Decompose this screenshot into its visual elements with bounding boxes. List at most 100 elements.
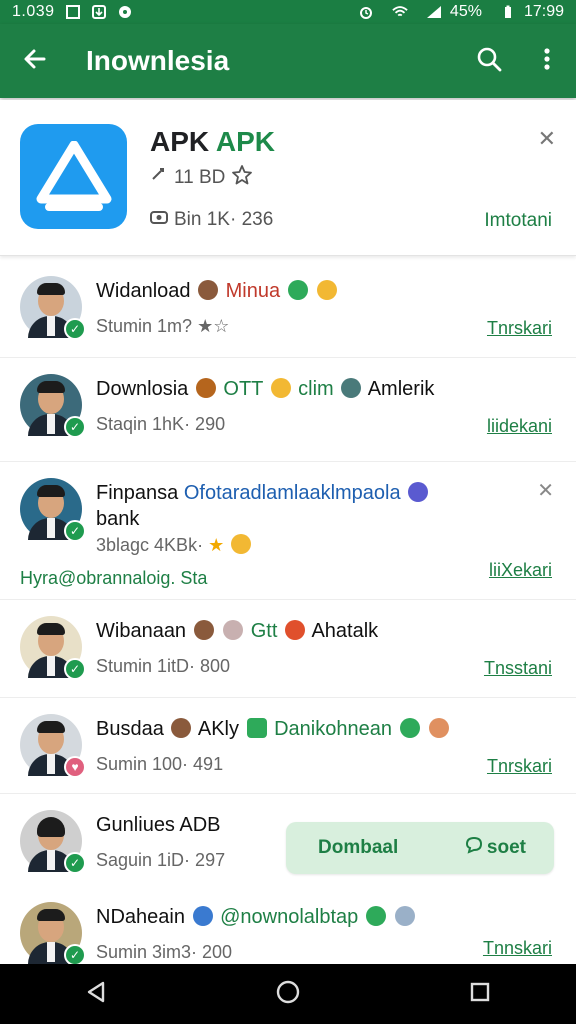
- list-item[interactable]: ✓ Finpansa Ofotaradlamlaaklmpaola bank 3…: [0, 462, 576, 600]
- sub-text: 3blagc 4KBk·: [96, 535, 204, 555]
- search-icon: [475, 45, 503, 78]
- status-time-left: 1.039: [12, 3, 55, 20]
- featured-app-name: APK APK: [150, 126, 275, 158]
- list-item[interactable]: ✓ Widanload Minua Stumin 1m? ★☆ Tnrskari: [0, 260, 576, 358]
- featured-app-stats: Bin 1K· 236: [150, 208, 273, 232]
- save-action-button[interactable]: soet: [465, 836, 526, 860]
- list-item-subtitle: Stumin 1m? ★☆: [96, 316, 229, 337]
- title-text: Wibanaan: [96, 620, 187, 642]
- title-extra-2: Ahatalk: [311, 620, 379, 642]
- thinking-emoji-icon: [231, 534, 252, 554]
- install-button[interactable]: Imtotani: [484, 210, 552, 232]
- alarm-icon: [358, 4, 374, 20]
- install-link[interactable]: Tnrskari: [487, 318, 552, 339]
- camera-icon: [150, 208, 168, 232]
- close-button[interactable]: ✕: [537, 478, 554, 503]
- system-nav-bar: [0, 964, 576, 1024]
- verified-badge-icon: ✓: [64, 416, 86, 438]
- avatar: ✓: [20, 810, 86, 874]
- install-link[interactable]: liidekani: [487, 416, 552, 437]
- wifi-icon: [392, 4, 408, 20]
- list-item-title: NDaheain @nownolalbtap: [96, 906, 417, 929]
- status-time-right: 17:99: [523, 3, 564, 20]
- featured-meta-text: 11 BD: [174, 167, 226, 188]
- smile-emoji-icon: [270, 378, 291, 398]
- install-link[interactable]: Tnnskari: [483, 938, 552, 959]
- sub-text: Stumin 1m?: [96, 316, 193, 336]
- nav-home-button[interactable]: [258, 964, 318, 1024]
- arrow-left-icon: [22, 46, 48, 77]
- more-vert-icon: [543, 47, 551, 76]
- download-action-button[interactable]: Dombaal: [318, 837, 398, 859]
- app-name-main: APK: [150, 126, 210, 157]
- blue-emoji-icon: [192, 906, 213, 926]
- avatar: ✓: [20, 374, 86, 438]
- title-text: Widanload: [96, 280, 191, 302]
- list-item[interactable]: ✓ Wibanaan Gtt Ahatalk Stumin 1itD· 800 …: [0, 600, 576, 698]
- avatar: ✓: [20, 276, 86, 340]
- list-item-subtitle: Staqin 1hK· 290: [96, 414, 226, 434]
- link-icon: [150, 166, 168, 190]
- list-item[interactable]: ♥ Busdaa AKly Danikohnean Sumin 100· 491…: [0, 698, 576, 794]
- face-emoji-icon: [195, 378, 216, 398]
- face-emoji-icon: [198, 280, 219, 300]
- list-item-title: Finpansa Ofotaradlamlaaklmpaola: [96, 482, 430, 505]
- title-extra-2: Danikohnean: [274, 718, 392, 740]
- star-icon: ★: [208, 535, 225, 555]
- face-emoji-icon: [171, 718, 192, 738]
- list-item-title: Widanload Minua: [96, 280, 339, 303]
- save-action-label: soet: [486, 837, 526, 858]
- more-options-button[interactable]: [518, 24, 576, 98]
- download-snackbar: Dombaal soet: [286, 822, 554, 874]
- close-button[interactable]: ✕: [538, 126, 556, 152]
- list-item-title-line2: bank: [96, 508, 140, 530]
- extra-text: Hyra@obrannaloig. Sta: [20, 568, 208, 588]
- list-item[interactable]: ✓ Downlosia OTT clim Amlerik Staqin 1hK·…: [0, 358, 576, 462]
- title-extra: AKly: [197, 718, 239, 740]
- title-extra: @nownolalbtap: [220, 906, 359, 928]
- face-emoji-icon: [193, 620, 214, 640]
- title-text: Downlosia: [96, 378, 189, 400]
- verified-badge-icon: ✓: [64, 944, 86, 966]
- install-link[interactable]: Tnsstani: [484, 658, 552, 679]
- verified-badge-icon: ✓: [64, 658, 86, 680]
- list-item-subtitle: Stumin 1itD· 800: [96, 656, 231, 676]
- avatar: ✓: [20, 616, 86, 680]
- status-bar: 1.039 45% 17:99: [0, 0, 576, 24]
- install-link[interactable]: Tnrskari: [487, 756, 552, 777]
- title-extra: Ofotaradlamlaaklmpaola: [183, 482, 401, 504]
- title-text: Busdaa: [96, 718, 164, 740]
- green-emoji-icon: [365, 906, 386, 926]
- nav-back-button[interactable]: [66, 964, 126, 1024]
- list-item-title: Downlosia OTT clim Amlerik: [96, 378, 434, 401]
- avatar: ♥: [20, 714, 86, 778]
- verified-badge-icon: ✓: [64, 852, 86, 874]
- verified-badge-icon: ✓: [64, 520, 86, 542]
- install-link[interactable]: liiXekari: [489, 560, 552, 581]
- page-title: Inownlesia: [86, 45, 230, 76]
- title-extra: Minua: [225, 280, 281, 302]
- list-item-title: Wibanaan Gtt Ahatalk: [96, 620, 378, 643]
- globe-emoji-icon: [408, 482, 429, 502]
- list-item-subtitle: Sumin 100· 491: [96, 754, 224, 774]
- search-button[interactable]: [460, 24, 518, 98]
- app-logo-icon: [20, 124, 127, 229]
- record-icon: [117, 4, 133, 20]
- title-text: NDaheain: [96, 906, 185, 928]
- download-icon: [91, 4, 107, 20]
- smile-emoji-icon: [317, 280, 338, 300]
- status-badge-icon: ♥: [64, 756, 86, 778]
- nav-back-icon: [85, 980, 107, 1009]
- back-button[interactable]: [0, 24, 70, 98]
- featured-app-card[interactable]: APK APK 11 BD Bin 1K· 236 ✕ Imtotani: [0, 100, 576, 256]
- list-item-subtitle: 3blagc 4KBk· ★: [96, 534, 253, 556]
- nav-recents-button[interactable]: [450, 964, 510, 1024]
- green-emoji-icon: [399, 718, 420, 738]
- title-extra: OTT: [223, 378, 264, 400]
- featured-stats-text: Bin 1K· 236: [174, 209, 274, 230]
- signal-icon: [426, 4, 442, 20]
- face-emoji-icon: [395, 906, 416, 926]
- list-item[interactable]: ✓ NDaheain @nownolalbtap Sumin 3im3· 200…: [0, 886, 576, 966]
- red-emoji-icon: [284, 620, 305, 640]
- app-bar: Inownlesia: [0, 24, 576, 98]
